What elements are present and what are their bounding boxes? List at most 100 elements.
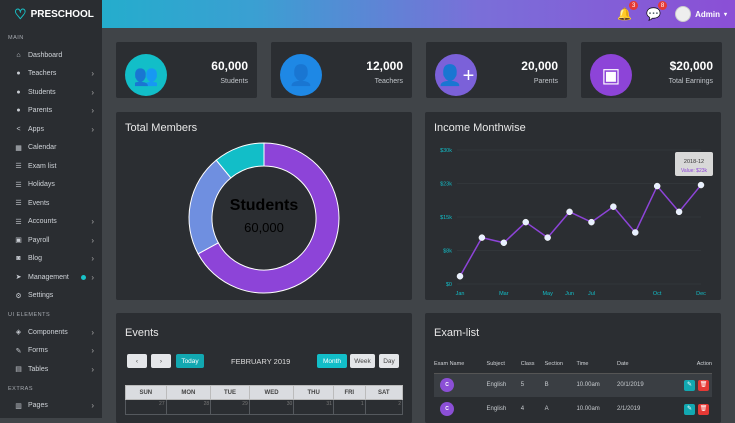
exam-subject-cell: English: [486, 406, 507, 412]
sidebar-item-dashboard[interactable]: ⌂ Dashboard: [0, 46, 102, 65]
table-header: Date: [617, 355, 664, 374]
next-month-button[interactable]: ›: [151, 354, 171, 368]
data-point: [566, 208, 573, 216]
sidebar-item-tables[interactable]: ▤ Tables ›: [0, 360, 102, 379]
data-point: [456, 273, 464, 280]
list-icon: ☰: [15, 181, 22, 189]
calendar-day[interactable]: 31: [293, 399, 334, 415]
exam-subject-cell: English: [486, 382, 507, 389]
table-icon: ▤: [15, 366, 22, 374]
sidebar-section-title: UI ELEMENTS: [8, 312, 51, 318]
calendar-day[interactable]: 30: [248, 399, 295, 415]
calendar-weekday: THU: [293, 385, 334, 400]
chevron-right-icon: ›: [91, 272, 94, 282]
chevron-down-icon: ▾: [723, 11, 727, 18]
view-month-button[interactable]: Month: [317, 354, 347, 368]
chevron-right-icon: ›: [91, 346, 94, 356]
calendar-weekday: WED: [248, 385, 295, 400]
sidebar-item-calendar[interactable]: ▦ Calendar: [0, 139, 102, 158]
exam-date-cell: 20/1/2019: [617, 382, 644, 389]
x-tick-label: Dec: [696, 291, 706, 297]
calendar-day[interactable]: 27: [125, 399, 167, 415]
sidebar-item-forms[interactable]: ✎ Forms ›: [0, 342, 102, 361]
user-icon: ●: [16, 107, 21, 115]
chat-icon[interactable]: 💬 8: [646, 1, 668, 21]
sidebar-item-exam-list[interactable]: ☰ Exam list: [0, 157, 102, 176]
delete-button[interactable]: 🗑: [698, 403, 709, 415]
sidebar: MAIN ⌂ Dashboard ● Teachers › ● Students › ● Paren…: [0, 28, 102, 418]
chevron-right-icon: ›: [91, 217, 94, 227]
sidebar-item-payroll[interactable]: ▣ Payroll ›: [0, 231, 102, 250]
table-header: Class: [520, 355, 545, 374]
sidebar-item-parents[interactable]: ● Parents ›: [0, 102, 102, 121]
calendar-day[interactable]: 28: [165, 399, 212, 415]
data-point: [522, 218, 529, 226]
chevron-right-icon: ›: [91, 401, 94, 411]
students-icon: 👥: [125, 54, 167, 96]
send-icon: ➤: [15, 274, 22, 282]
sidebar-item-label: Dashboard: [28, 51, 63, 59]
view-week-button[interactable]: Week: [350, 354, 375, 368]
stat-card-total-earnings: ▣ $20,000 Total Earnings: [581, 42, 722, 98]
stat-value: $20,000: [669, 59, 713, 73]
brand-logo[interactable]: ♡ PRESCHOOL: [0, 0, 102, 28]
sidebar-section-title: MAIN: [8, 35, 24, 41]
bell-icon[interactable]: 🔔 3: [617, 1, 639, 21]
sidebar-item-accounts[interactable]: ☰ Accounts ›: [0, 213, 102, 232]
pages-icon: ▥: [15, 402, 22, 410]
sidebar-item-pages[interactable]: ▥ Pages ›: [0, 397, 102, 416]
y-tick-label: $0: [446, 282, 452, 288]
edit-button[interactable]: ✎: [684, 403, 695, 415]
exam-avatar: C: [440, 378, 454, 393]
calendar-day[interactable]: 29: [210, 399, 250, 415]
calendar-day[interactable]: 2: [364, 399, 404, 415]
teacher-icon: 👤: [280, 54, 322, 96]
x-tick-label: Mar: [499, 291, 509, 297]
table-row: C English 4 A 10.00am 2/1/2019 ✎ 🗑: [434, 397, 712, 421]
sidebar-item-label: Tables: [28, 365, 49, 373]
sidebar-item-settings[interactable]: ⚙ Settings: [0, 287, 102, 306]
sidebar-item-apps[interactable]: < Apps ›: [0, 120, 102, 139]
stat-card-students: 👥 60,000 Students: [116, 42, 257, 98]
y-tick-label: $23k: [440, 182, 452, 188]
sidebar-item-label: Payroll: [28, 236, 50, 244]
user-name: Admin: [695, 9, 720, 19]
sidebar-item-label: Exam list: [28, 162, 57, 170]
chevron-right-icon: ›: [91, 254, 94, 264]
exam-date-cell: 2/1/2019: [617, 406, 641, 412]
donut-hole: [213, 167, 315, 269]
chevron-right-icon: ›: [91, 69, 94, 79]
sidebar-item-components[interactable]: ◈ Components ›: [0, 323, 102, 342]
user-menu[interactable]: Admin ▾: [675, 6, 727, 22]
sidebar-item-blog[interactable]: ◙ Blog ›: [0, 250, 102, 269]
top-bar: ♡ PRESCHOOL 🔔 3 💬 8 Admin ▾: [0, 0, 735, 28]
prev-month-button[interactable]: ‹: [127, 354, 147, 368]
main-content: 👥 60,000 Students 👤 12,000 Teachers 👤+ 20,000 Pa…: [102, 28, 735, 423]
chevron-right-icon: ›: [91, 106, 94, 116]
delete-button[interactable]: 🗑: [698, 379, 709, 391]
edit-button[interactable]: ✎: [684, 379, 695, 391]
total-members-card: Total Members Students 60,000: [116, 112, 412, 300]
calendar-weekday: FRI: [332, 385, 366, 400]
view-day-button[interactable]: Day: [379, 354, 399, 368]
y-tick-label: $15k: [440, 215, 452, 221]
sidebar-item-label: Components: [28, 328, 68, 336]
x-tick-label: May: [542, 291, 553, 297]
calendar-weekday: TUE: [210, 385, 250, 400]
chevron-right-icon: ›: [91, 327, 94, 337]
sidebar-item-holidays[interactable]: ☰ Holidays: [0, 176, 102, 195]
sidebar-item-teachers[interactable]: ● Teachers ›: [0, 65, 102, 84]
today-button[interactable]: Today: [176, 354, 204, 368]
calendar-day[interactable]: 1: [332, 399, 366, 415]
card-title: Events: [125, 327, 159, 339]
data-point: [478, 234, 486, 241]
sidebar-item-students[interactable]: ● Students ›: [0, 83, 102, 102]
calendar-weekday: SAT: [364, 385, 404, 400]
sidebar-item-events[interactable]: ☰ Events: [0, 194, 102, 213]
table-header: Exam Name: [434, 355, 487, 374]
sidebar-item-management[interactable]: ➤ Management ›: [0, 268, 102, 287]
message-badge: 8: [658, 1, 668, 10]
sidebar-item-label: Holidays: [28, 181, 55, 189]
sidebar-item-label: Calendar: [28, 144, 57, 152]
stat-label: Parents: [533, 78, 558, 85]
